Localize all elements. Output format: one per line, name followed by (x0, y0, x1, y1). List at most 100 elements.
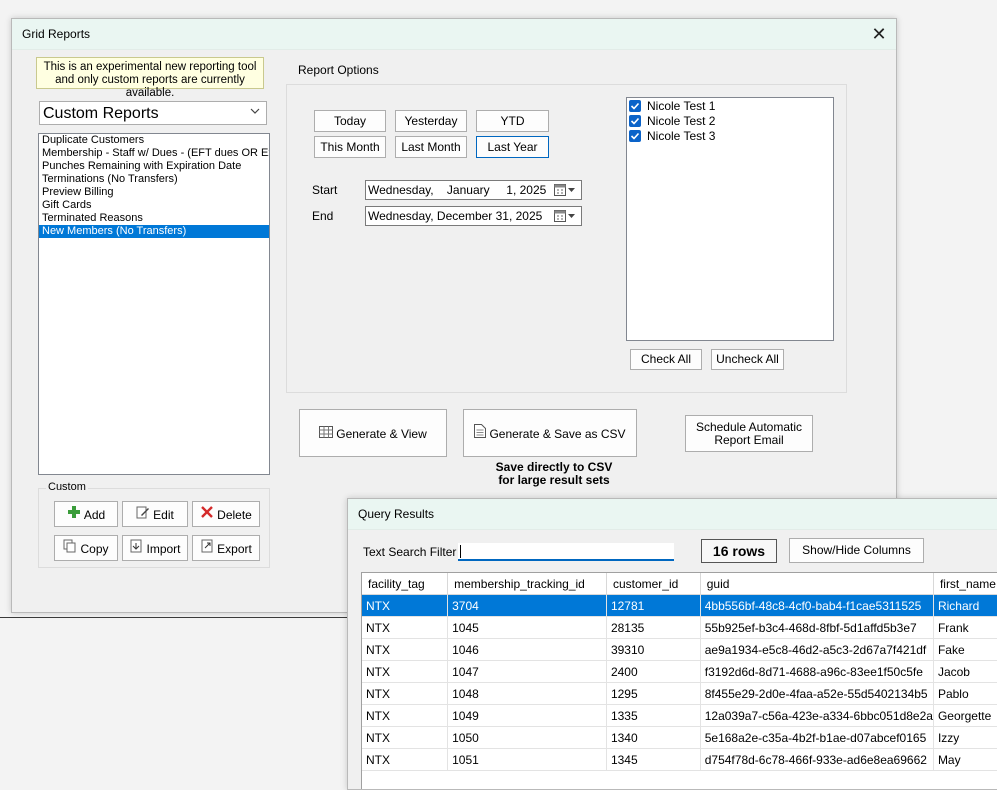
csv-note-line2: for large result sets (498, 473, 610, 487)
uncheck-all-button[interactable]: Uncheck All (711, 349, 784, 370)
table-cell: Richard (933, 594, 997, 617)
import-icon (129, 537, 143, 561)
title-bar[interactable]: Grid Reports ✕ (12, 19, 896, 50)
table-cell: Georgette (933, 704, 997, 727)
table-cell: Jacob (933, 660, 997, 683)
generate-view-button[interactable]: Generate & View (299, 409, 447, 457)
column-header-customer-id[interactable]: customer_id (606, 573, 701, 595)
table-row[interactable]: NTX 1047 2400 f3192d6d-8d71-4688-a96c-83ee1… (362, 660, 997, 683)
results-table: facility_tag membership_tracking_id custom… (362, 573, 997, 771)
column-header-membership-tracking-id[interactable]: membership_tracking_id (447, 573, 607, 595)
checkmark-icon[interactable] (629, 100, 641, 112)
schedule-email-button[interactable]: Schedule Automatic Report Email (685, 415, 813, 452)
results-grid[interactable]: facility_tag membership_tracking_id custom… (361, 572, 997, 789)
table-row[interactable]: NTX 1050 1340 5e168a2e-c35a-4b2f-b1ae-d07ab… (362, 726, 997, 749)
edit-icon (136, 503, 150, 527)
chevron-down-icon (250, 106, 260, 119)
delete-x-icon (200, 503, 214, 527)
experimental-notice: This is an experimental new reporting to… (36, 57, 264, 99)
table-cell: 39310 (606, 638, 701, 661)
calendar-dropdown-icon (554, 183, 576, 200)
checkmark-icon[interactable] (629, 130, 641, 142)
table-cell: d754f78d-6c78-466f-933e-ad6e8ea69662 (700, 748, 934, 771)
report-list-item[interactable]: New Members (No Transfers) (39, 225, 269, 238)
end-date-value: Wednesday, December 31, 2025 (368, 209, 543, 223)
table-row[interactable]: NTX 3704 12781 4bb556bf-48c8-4cf0-bab4-f1ca… (362, 594, 997, 617)
table-cell: 1340 (606, 726, 701, 749)
table-row[interactable]: NTX 1045 28135 55b925ef-b3c4-468d-8fbf-5d1a… (362, 616, 997, 639)
table-cell: NTX (362, 682, 449, 705)
export-label: Export (217, 541, 252, 556)
column-header-facility-tag[interactable]: facility_tag (362, 573, 449, 595)
check-all-button[interactable]: Check All (630, 349, 702, 370)
table-cell: 5e168a2e-c35a-4b2f-b1ae-d07abcef0165 (700, 726, 934, 749)
end-date-picker[interactable]: Wednesday, December 31, 2025 (365, 206, 582, 226)
table-row[interactable]: NTX 1051 1345 d754f78d-6c78-466f-933e-ad6e8… (362, 748, 997, 771)
edit-button[interactable]: Edit (122, 501, 188, 527)
report-list-item[interactable]: Terminations (No Transfers) (39, 173, 269, 186)
table-cell: NTX (362, 704, 449, 727)
table-cell: ae9a1934-e5c8-46d2-a5c3-2d67a7f421df (700, 638, 934, 661)
start-date-picker[interactable]: Wednesday, January 1, 2025 (365, 180, 582, 200)
table-cell: 12781 (606, 594, 701, 617)
table-cell: 4bb556bf-48c8-4cf0-bab4-f1cae5311525 (700, 594, 934, 617)
yesterday-button[interactable]: Yesterday (395, 110, 467, 132)
table-cell: 1345 (606, 748, 701, 771)
last-year-button[interactable]: Last Year (476, 136, 549, 158)
report-list[interactable]: Duplicate Customers Membership - Staff w/… (38, 133, 270, 475)
column-header-guid[interactable]: guid (700, 573, 934, 595)
table-cell: 1050 (447, 726, 607, 749)
table-cell: 1047 (447, 660, 607, 683)
custom-group: Custom Add Edit Delete Copy Import Expor… (38, 481, 270, 568)
delete-button[interactable]: Delete (192, 501, 260, 527)
add-button[interactable]: Add (54, 501, 118, 527)
grid-table-icon (319, 411, 334, 457)
report-list-item[interactable]: Preview Billing (39, 186, 269, 199)
report-list-item[interactable]: Terminated Reasons (39, 212, 269, 225)
table-cell: 55b925ef-b3c4-468d-8fbf-5d1affd5b3e7 (700, 616, 934, 639)
facility-label: Nicole Test 3 (647, 129, 716, 143)
copy-button[interactable]: Copy (54, 535, 118, 561)
query-results-window: Query Results Text Search Filter 16 rows… (347, 498, 997, 790)
report-list-item[interactable]: Duplicate Customers (39, 134, 269, 147)
table-cell: 1335 (606, 704, 701, 727)
import-button[interactable]: Import (122, 535, 188, 561)
generate-view-label: Generate & View (336, 426, 427, 441)
table-cell: 1295 (606, 682, 701, 705)
close-icon[interactable]: ✕ (868, 23, 890, 45)
table-row[interactable]: NTX 1046 39310 ae9a1934-e5c8-46d2-a5c3-2d67… (362, 638, 997, 661)
column-header-first-name[interactable]: first_name (933, 573, 997, 595)
facility-checklist[interactable]: Nicole Test 1 Nicole Test 2 Nicole Test 3 (626, 97, 834, 341)
report-options-label: Report Options (298, 63, 379, 77)
export-button[interactable]: Export (192, 535, 260, 561)
add-label: Add (83, 507, 106, 522)
table-row[interactable]: NTX 1048 1295 8f455e29-2d0e-4faa-a52e-55d54… (362, 682, 997, 705)
rows-count-badge: 16 rows (701, 539, 777, 563)
table-cell: 1045 (447, 616, 607, 639)
search-input[interactable] (458, 543, 674, 561)
report-list-item[interactable]: Punches Remaining with Expiration Date (39, 160, 269, 173)
table-cell: 12a039a7-c56a-423e-a334-6bbc051d8e2a (700, 704, 934, 727)
this-month-button[interactable]: This Month (314, 136, 386, 158)
table-cell: 3704 (447, 594, 607, 617)
table-cell: 1046 (447, 638, 607, 661)
end-label: End (312, 209, 334, 223)
table-cell: NTX (362, 748, 449, 771)
query-window-title: Query Results (358, 507, 435, 521)
table-cell: 1049 (447, 704, 607, 727)
table-cell: Fake (933, 638, 997, 661)
show-hide-columns-button[interactable]: Show/Hide Columns (789, 538, 924, 563)
today-button[interactable]: Today (314, 110, 386, 132)
report-type-dropdown[interactable]: Custom Reports (39, 101, 267, 125)
last-month-button[interactable]: Last Month (395, 136, 467, 158)
table-row[interactable]: NTX 1049 1335 12a039a7-c56a-423e-a334-6bbc0… (362, 704, 997, 727)
table-cell: 28135 (606, 616, 701, 639)
copy-icon (63, 537, 77, 561)
query-title-bar[interactable]: Query Results (348, 499, 997, 530)
checkmark-icon[interactable] (629, 115, 641, 127)
schedule-line2: Report Email (714, 433, 784, 447)
report-list-item[interactable]: Membership - Staff w/ Dues - (EFT dues O… (39, 147, 269, 160)
report-list-item[interactable]: Gift Cards (39, 199, 269, 212)
ytd-button[interactable]: YTD (476, 110, 549, 132)
generate-csv-button[interactable]: Generate & Save as CSV (463, 409, 637, 457)
